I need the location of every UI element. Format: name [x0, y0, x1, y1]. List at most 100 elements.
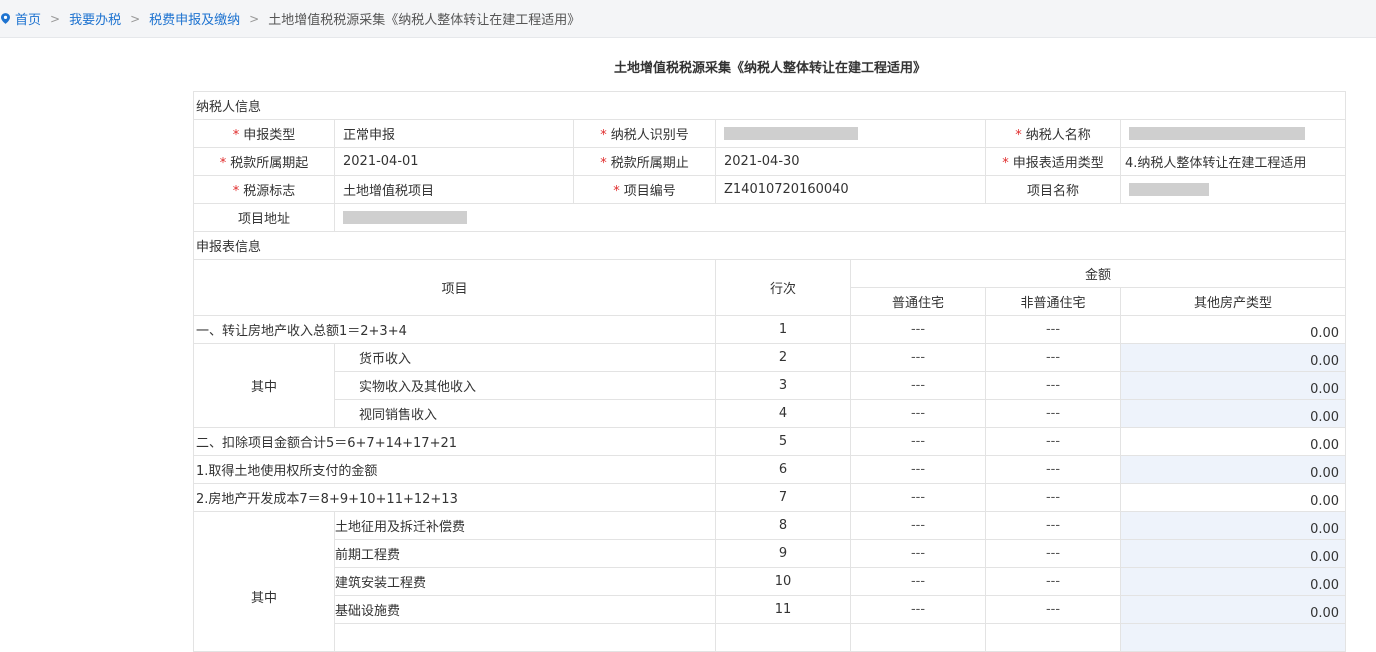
table-row: 实物收入及其他收入 3 --- --- 0.00: [194, 371, 1347, 400]
table-row: 1.取得土地使用权所支付的金额 6 --- --- 0.00: [193, 455, 1347, 484]
row-ordinary: ---: [850, 511, 986, 540]
taxpayer-info-row: 项目地址: [193, 203, 1347, 232]
row-line: 4: [715, 399, 851, 428]
table-row: 其中 土地征用及拆迁补偿费 8 --- --- 0.00: [193, 511, 1347, 652]
report-info-heading: 申报表信息: [192, 231, 1347, 260]
period-start-value: 2021-04-01: [334, 147, 574, 176]
row-other-amount-input[interactable]: 0.00: [1119, 455, 1347, 484]
row-line: 7: [715, 483, 851, 512]
row-ordinary: ---: [850, 343, 986, 372]
row-item: 二、扣除项目金额合计5＝6+7+14+17+21: [193, 427, 716, 456]
row-non-ordinary: ---: [985, 483, 1121, 512]
redacted-block: [1129, 127, 1305, 140]
taxpayer-info-header-row: 纳税人信息: [192, 91, 1347, 120]
row-other-amount-input[interactable]: 0.00: [1119, 567, 1347, 596]
form-type-label: * 申报表适用类型: [985, 147, 1121, 176]
row-other-amount-input[interactable]: 0.00: [1119, 511, 1347, 540]
row-other-amount: 0.00: [1119, 427, 1347, 456]
breadcrumb-separator: >: [50, 11, 61, 26]
row-other-amount-input[interactable]: 0.00: [1119, 399, 1347, 428]
row-other-amount: 0.00: [1119, 315, 1347, 344]
table-row: 前期工程费 9 --- --- 0.00: [194, 539, 1347, 568]
row-line: 3: [715, 371, 851, 400]
column-header-row: 项目 行次 金额: [193, 259, 1347, 316]
table-row: 其中 货币收入 2 --- --- 0.00: [193, 343, 1347, 428]
row-line: 10: [715, 567, 851, 596]
row-line: 6: [715, 455, 851, 484]
row-ordinary: ---: [850, 483, 986, 512]
row-item: 一、转让房地产收入总额1＝2+3+4: [193, 315, 716, 344]
group-label: 其中: [193, 511, 335, 652]
row-item: 基础设施费: [334, 595, 716, 624]
row-non-ordinary: ---: [985, 595, 1121, 624]
report-info-header-row: 申报表信息: [192, 231, 1347, 260]
row-item: 视同销售收入: [334, 399, 716, 428]
row-non-ordinary: ---: [985, 399, 1121, 428]
group-label: 其中: [193, 343, 335, 428]
row-non-ordinary: ---: [985, 315, 1121, 344]
row-other-amount-input[interactable]: 0.00: [1119, 343, 1347, 372]
row-other-amount-input[interactable]: 0.00: [1119, 371, 1347, 400]
table-row: 视同销售收入 4 --- --- 0.00: [194, 399, 1347, 428]
project-no-value: Z14010720160040: [715, 175, 986, 204]
row-non-ordinary: ---: [985, 511, 1121, 540]
page-title: 土地增值税税源采集《纳税人整体转让在建工程适用》: [613, 61, 926, 76]
row-non-ordinary: [985, 623, 1121, 652]
project-no-label: * 项目编号: [573, 175, 716, 204]
table-row: 一、转让房地产收入总额1＝2+3+4 1 --- --- 0.00: [193, 315, 1347, 344]
row-line: 9: [715, 539, 851, 568]
row-item: 2.房地产开发成本7＝8+9+10+11+12+13: [193, 483, 716, 512]
table-row: 二、扣除项目金额合计5＝6+7+14+17+21 5 --- --- 0.00: [193, 427, 1347, 456]
declare-type-value: 正常申报: [334, 119, 574, 148]
table-row: [194, 623, 1347, 652]
column-header-amount: 金额: [849, 259, 1347, 288]
row-other-amount-input[interactable]: [1119, 623, 1347, 652]
row-item: 前期工程费: [334, 539, 716, 568]
project-name-label: 项目名称: [985, 175, 1121, 204]
row-line: 2: [715, 343, 851, 372]
breadcrumb-separator: >: [249, 11, 260, 26]
row-item: 实物收入及其他收入: [334, 371, 716, 400]
row-line: 11: [715, 595, 851, 624]
row-ordinary: ---: [850, 399, 986, 428]
redacted-block: [343, 211, 467, 224]
row-ordinary: ---: [850, 455, 986, 484]
row-other-amount-input[interactable]: 0.00: [1119, 595, 1347, 624]
row-line: 1: [715, 315, 851, 344]
breadcrumb-declare-link[interactable]: 税费申报及缴纳: [149, 9, 240, 28]
row-line: 8: [715, 511, 851, 540]
column-header-line: 行次: [715, 259, 851, 316]
row-non-ordinary: ---: [985, 539, 1121, 568]
taxpayer-name-label: * 纳税人名称: [985, 119, 1121, 148]
column-header-non-ordinary: 非普通住宅: [985, 287, 1121, 316]
form-type-value: 4.纳税人整体转让在建工程适用: [1119, 147, 1347, 176]
row-non-ordinary: ---: [985, 427, 1121, 456]
row-ordinary: ---: [850, 567, 986, 596]
row-non-ordinary: ---: [985, 343, 1121, 372]
row-ordinary: [850, 623, 986, 652]
breadcrumb-home-link[interactable]: 首页: [15, 9, 41, 28]
row-other-amount: 0.00: [1119, 483, 1347, 512]
table-row: 2.房地产开发成本7＝8+9+10+11+12+13 7 --- --- 0.0…: [193, 483, 1347, 512]
project-name-value: [1119, 175, 1347, 204]
breadcrumb-tax-link[interactable]: 我要办税: [69, 9, 121, 28]
row-item: 建筑安装工程费: [334, 567, 716, 596]
taxpayer-info-row: * 申报类型 正常申报 * 纳税人识别号 * 纳税人名称: [193, 119, 1347, 148]
taxpayer-name-value: [1119, 119, 1347, 148]
row-item: 土地征用及拆迁补偿费: [334, 511, 716, 540]
period-end-label: * 税款所属期止: [573, 147, 716, 176]
row-ordinary: ---: [850, 315, 986, 344]
row-other-amount-input[interactable]: 0.00: [1119, 539, 1347, 568]
table-row: 基础设施费 11 --- --- 0.00: [194, 595, 1347, 624]
project-address-label: 项目地址: [193, 203, 335, 232]
project-address-value: [333, 203, 1347, 232]
period-end-value: 2021-04-30: [715, 147, 986, 176]
breadcrumb: 首页 > 我要办税 > 税费申报及缴纳 > 土地增值税税源采集《纳税人整体转让在…: [0, 0, 1376, 38]
declaration-form-table: 纳税人信息 * 申报类型 正常申报 * 纳税人识别号 * 纳税人名称 * 税款所属期起 …: [192, 91, 1347, 652]
row-ordinary: ---: [850, 427, 986, 456]
taxpayer-id-value: [715, 119, 986, 148]
breadcrumb-separator: >: [130, 11, 141, 26]
period-start-label: * 税款所属期起: [193, 147, 335, 176]
breadcrumb-current: 土地增值税税源采集《纳税人整体转让在建工程适用》: [268, 13, 581, 28]
column-header-ordinary: 普通住宅: [850, 287, 986, 316]
